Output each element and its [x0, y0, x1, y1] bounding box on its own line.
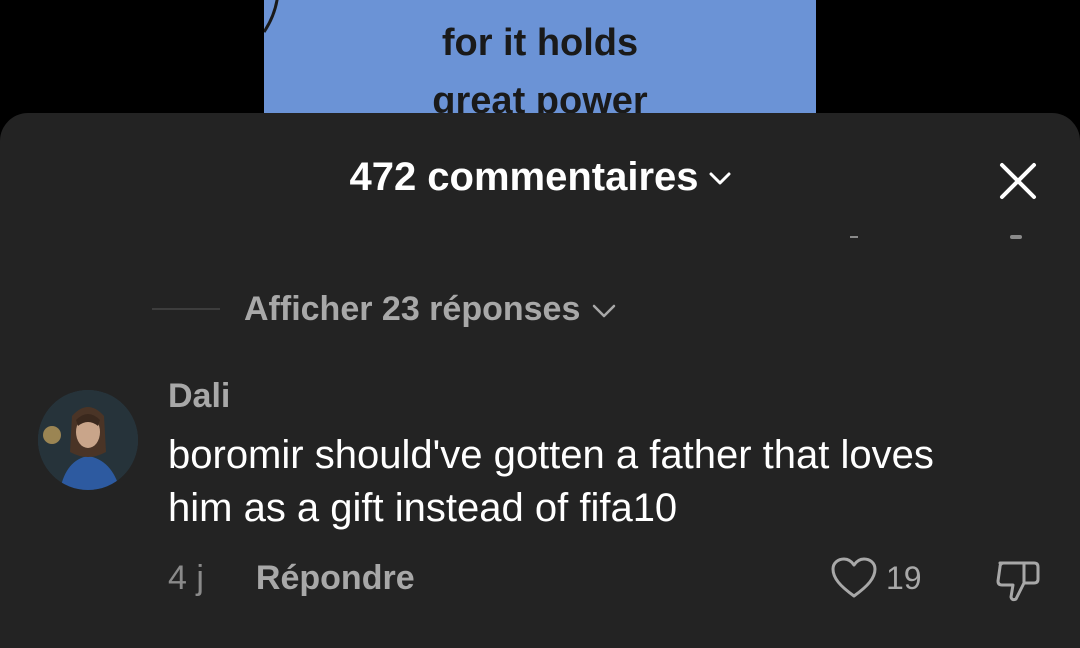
dislike-button[interactable]	[992, 555, 1044, 607]
comments-sheet: 472 commentaires Afficher 23 réponses Da…	[0, 113, 1080, 648]
show-replies-label: Afficher 23 réponses	[244, 289, 581, 328]
video-caption-line-1: for it holds	[441, 22, 639, 64]
avatar[interactable]	[38, 390, 138, 490]
comment-text-line-2: him as a gift instead of fifa10	[168, 486, 678, 530]
comment-meta: 4 j Répondre	[168, 553, 415, 603]
reply-button[interactable]: Répondre	[256, 559, 415, 598]
avatar-image	[38, 390, 138, 490]
heart-icon	[831, 557, 877, 598]
comments-header[interactable]: 472 commentaires	[0, 153, 1080, 201]
comment-count: 472 commentaires	[349, 154, 699, 199]
video-frame: for it holds great power	[264, 0, 816, 130]
comment-username[interactable]: Dali	[168, 377, 230, 416]
thumbs-down-icon	[996, 561, 1040, 602]
comment-timestamp: 4 j	[168, 558, 204, 597]
like-button[interactable]: 19	[830, 553, 922, 603]
comment-text: boromir should've gotten a father that l…	[168, 429, 1048, 535]
list-fade-mark	[1010, 235, 1022, 239]
like-count: 19	[886, 559, 922, 596]
close-icon	[1000, 163, 1036, 199]
chevron-down-icon	[593, 304, 616, 318]
chevron-down-icon	[709, 172, 731, 185]
list-fade-mark	[850, 236, 858, 238]
comment-text-line-1: boromir should've gotten a father that l…	[168, 433, 934, 477]
show-replies-button[interactable]: Afficher 23 réponses	[152, 285, 616, 333]
replies-divider	[152, 308, 220, 310]
close-button[interactable]	[996, 159, 1040, 203]
